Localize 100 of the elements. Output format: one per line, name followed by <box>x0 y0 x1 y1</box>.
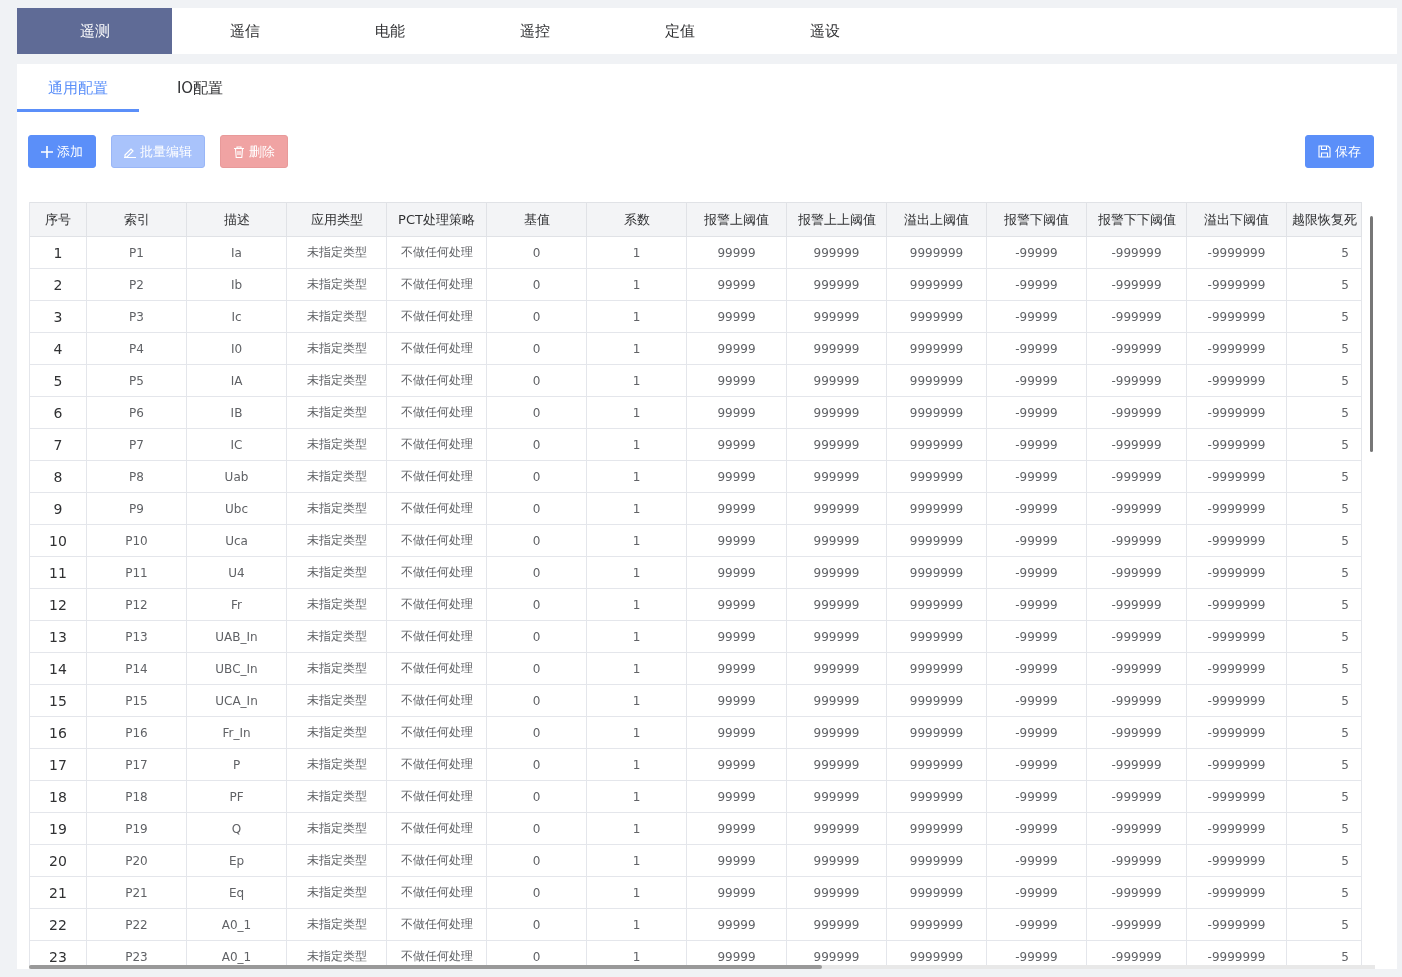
table-cell: P6 <box>87 397 187 429</box>
table-cell: 5 <box>1287 877 1362 909</box>
table-cell: -999999 <box>1087 333 1187 365</box>
table-cell: 未指定类型 <box>287 909 387 941</box>
table-cell: 1 <box>587 397 687 429</box>
table-cell: 不做任何处理 <box>387 845 487 877</box>
table-cell: 99999 <box>687 589 787 621</box>
table-cell: 999999 <box>787 909 887 941</box>
column-header: 索引 <box>87 202 187 237</box>
table-cell: 不做任何处理 <box>387 557 487 589</box>
table-cell: 0 <box>487 813 587 845</box>
table-cell: Eq <box>187 877 287 909</box>
table-cell: 5 <box>1287 845 1362 877</box>
table-cell: -99999 <box>987 813 1087 845</box>
table-cell: 1 <box>587 845 687 877</box>
column-header: 溢出下阈值 <box>1187 202 1287 237</box>
table-cell: Ia <box>187 237 287 269</box>
table-cell: PF <box>187 781 287 813</box>
table-cell: 9999999 <box>887 685 987 717</box>
table-cell: P14 <box>87 653 187 685</box>
table-cell: 9999999 <box>887 461 987 493</box>
table-cell: P18 <box>87 781 187 813</box>
table-cell: 99999 <box>687 397 787 429</box>
trash-icon <box>233 145 245 158</box>
table-cell: 9999999 <box>887 845 987 877</box>
table-cell: -999999 <box>1087 525 1187 557</box>
table-cell: 1 <box>587 621 687 653</box>
table-cell: 99999 <box>687 653 787 685</box>
table-cell: 999999 <box>787 397 887 429</box>
table-cell: 19 <box>30 813 87 845</box>
table-cell: 1 <box>587 653 687 685</box>
table-cell: 999999 <box>787 333 887 365</box>
table-cell: 999999 <box>787 813 887 845</box>
table-cell: 5 <box>1287 653 1362 685</box>
sub-tab[interactable]: IO配置 <box>139 64 261 112</box>
table-cell: -99999 <box>987 781 1087 813</box>
table-cell: P7 <box>87 429 187 461</box>
table-cell: -9999999 <box>1187 397 1287 429</box>
table-cell: -999999 <box>1087 429 1187 461</box>
top-tab[interactable]: 遥信 <box>172 8 317 54</box>
table-cell: -999999 <box>1087 781 1187 813</box>
top-tab[interactable]: 电能 <box>317 8 462 54</box>
table-cell: 不做任何处理 <box>387 429 487 461</box>
table-cell: 4 <box>30 333 87 365</box>
table-cell: P21 <box>87 877 187 909</box>
plus-icon <box>41 145 53 158</box>
table-cell: 15 <box>30 685 87 717</box>
table-cell: 99999 <box>687 301 787 333</box>
table-cell: P3 <box>87 301 187 333</box>
table-cell: -9999999 <box>1187 909 1287 941</box>
table-cell: 未指定类型 <box>287 877 387 909</box>
table-cell: 不做任何处理 <box>387 333 487 365</box>
table-cell: 1 <box>587 429 687 461</box>
top-tab[interactable]: 遥测 <box>17 8 172 54</box>
table-cell: 18 <box>30 781 87 813</box>
table-cell: 1 <box>587 525 687 557</box>
top-tab[interactable]: 遥控 <box>462 8 607 54</box>
table-cell: 不做任何处理 <box>387 365 487 397</box>
table-cell: Fr_In <box>187 717 287 749</box>
table-cell: 1 <box>587 269 687 301</box>
table-cell: 9999999 <box>887 397 987 429</box>
table-cell: -999999 <box>1087 749 1187 781</box>
table-cell: 99999 <box>687 493 787 525</box>
table-cell: 0 <box>487 845 587 877</box>
table-cell: 9999999 <box>887 877 987 909</box>
table-cell: -9999999 <box>1187 845 1287 877</box>
table-cell: 9999999 <box>887 525 987 557</box>
table-cell: 不做任何处理 <box>387 909 487 941</box>
table-cell: -99999 <box>987 621 1087 653</box>
top-tab[interactable]: 遥设 <box>752 8 897 54</box>
table-cell: 999999 <box>787 557 887 589</box>
table-cell: 999999 <box>787 301 887 333</box>
table-cell: 不做任何处理 <box>387 525 487 557</box>
column-header: 序号 <box>30 202 87 237</box>
table-cell: 未指定类型 <box>287 493 387 525</box>
table-cell: 5 <box>1287 461 1362 493</box>
table-cell: 1 <box>30 237 87 269</box>
table-cell: 9 <box>30 493 87 525</box>
table-cell: 1 <box>587 909 687 941</box>
table-cell: 9999999 <box>887 653 987 685</box>
table-cell: 不做任何处理 <box>387 653 487 685</box>
table-cell: P15 <box>87 685 187 717</box>
table-cell: IA <box>187 365 287 397</box>
horizontal-scrollbar[interactable] <box>29 965 1375 969</box>
vertical-scrollbar[interactable] <box>1370 216 1373 452</box>
table-cell: 999999 <box>787 269 887 301</box>
table-cell: Ib <box>187 269 287 301</box>
table-cell: 不做任何处理 <box>387 493 487 525</box>
table-cell: IB <box>187 397 287 429</box>
top-tab[interactable]: 定值 <box>607 8 752 54</box>
save-icon <box>1318 145 1331 158</box>
table-cell: Uca <box>187 525 287 557</box>
table-cell: -999999 <box>1087 301 1187 333</box>
table-cell: 999999 <box>787 525 887 557</box>
table-cell: 9999999 <box>887 557 987 589</box>
column-header: 系数 <box>587 202 687 237</box>
table-cell: 0 <box>487 589 587 621</box>
table-cell: 1 <box>587 813 687 845</box>
table-cell: Ubc <box>187 493 287 525</box>
table-cell: P5 <box>87 365 187 397</box>
